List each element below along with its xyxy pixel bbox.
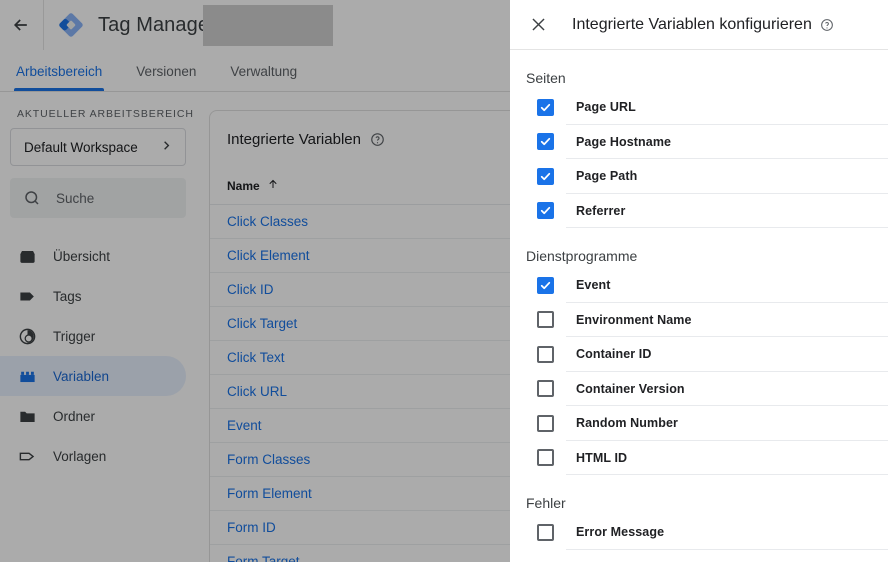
checkbox-unchecked-icon[interactable] bbox=[537, 523, 554, 541]
checkbox-unchecked-icon[interactable] bbox=[537, 380, 554, 398]
variable-checkbox-row[interactable]: Random Number bbox=[510, 406, 888, 441]
section-title: Seiten bbox=[526, 70, 566, 86]
variable-checkbox-row[interactable]: Page URL bbox=[510, 90, 888, 125]
section-title: Fehler bbox=[526, 495, 566, 511]
variable-checkbox-row[interactable]: Page Hostname bbox=[510, 125, 888, 160]
variable-label: HTML ID bbox=[576, 450, 628, 465]
variable-label: Referrer bbox=[576, 203, 626, 218]
variable-checkbox-row[interactable]: Environment Name bbox=[510, 303, 888, 338]
checkbox-unchecked-icon[interactable] bbox=[537, 311, 554, 329]
variable-checkbox-row[interactable]: Referrer bbox=[510, 194, 888, 229]
checkbox-checked-icon[interactable] bbox=[537, 167, 554, 185]
variable-checkbox-row[interactable]: Container Version bbox=[510, 372, 888, 407]
variable-label: Error Message bbox=[576, 525, 665, 540]
checkbox-checked-icon[interactable] bbox=[537, 202, 554, 220]
variable-label: Container Version bbox=[576, 381, 685, 396]
variable-label: Event bbox=[576, 278, 611, 293]
checkbox-checked-icon[interactable] bbox=[537, 98, 554, 116]
help-icon[interactable] bbox=[820, 18, 834, 32]
variable-label: Container ID bbox=[576, 347, 652, 362]
drawer-header: Integrierte Variablen konfigurieren bbox=[510, 0, 888, 50]
variable-label: Page Hostname bbox=[576, 134, 672, 149]
variable-checkbox-row[interactable]: Event bbox=[510, 268, 888, 303]
variable-checkbox-row[interactable]: Container ID bbox=[510, 337, 888, 372]
variable-label: Random Number bbox=[576, 416, 679, 431]
close-icon[interactable] bbox=[526, 13, 550, 37]
tag-manager-screen: Tag Manager Arbeitsbereich Versionen Ver… bbox=[0, 0, 888, 562]
drawer-body: Seiten Page URL Page Hostname Page Path Refe… bbox=[510, 50, 888, 562]
variable-label: Page Path bbox=[576, 169, 638, 184]
variable-label: Environment Name bbox=[576, 312, 692, 327]
variable-checkbox-row[interactable]: Page Path bbox=[510, 159, 888, 194]
drawer-title: Integrierte Variablen konfigurieren bbox=[572, 15, 812, 33]
section-title: Dienstprogramme bbox=[526, 248, 638, 264]
checkbox-unchecked-icon[interactable] bbox=[537, 414, 554, 432]
configure-variables-drawer: Integrierte Variablen konfigurieren Seit… bbox=[510, 0, 888, 562]
variable-checkbox-row[interactable]: HTML ID bbox=[510, 441, 888, 476]
checkbox-unchecked-icon[interactable] bbox=[537, 345, 554, 363]
variable-checkbox-row[interactable]: Error Message bbox=[510, 515, 888, 550]
checkbox-checked-icon[interactable] bbox=[537, 133, 554, 151]
variable-label: Page URL bbox=[576, 100, 636, 115]
checkbox-checked-icon[interactable] bbox=[537, 276, 554, 294]
checkbox-unchecked-icon[interactable] bbox=[537, 449, 554, 467]
